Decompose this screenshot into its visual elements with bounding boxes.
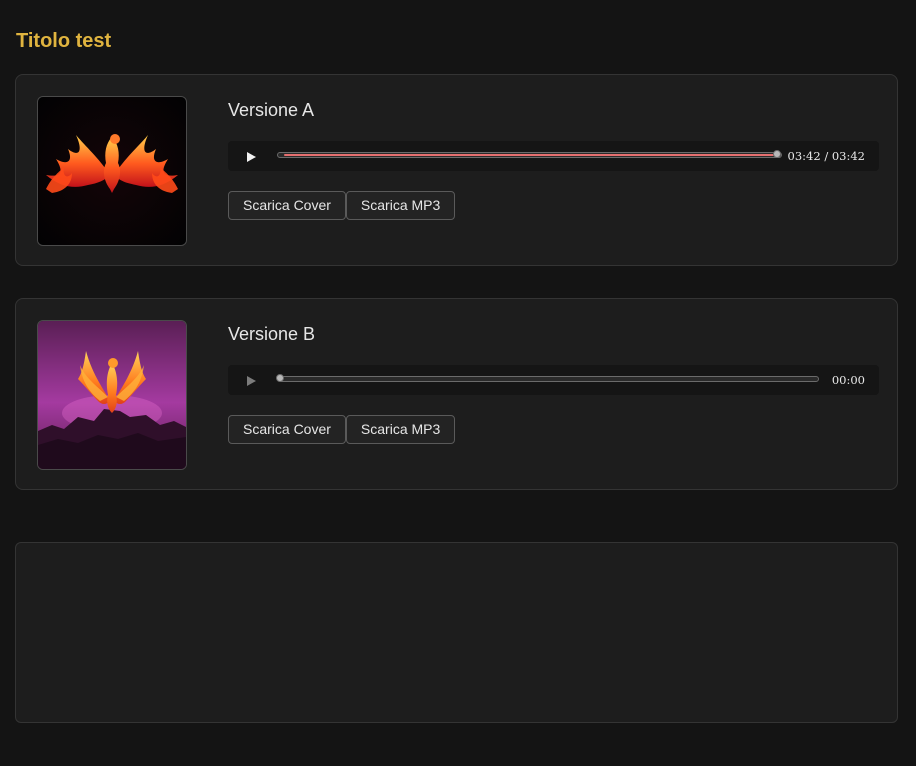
page-title: Titolo test [16, 30, 112, 52]
play-icon[interactable] [245, 150, 257, 162]
download-mp3-button[interactable]: Scarica MP3 [345, 415, 456, 444]
version-title-a: Versione A [228, 100, 315, 120]
time-display: 03:42 / 03:42 [787, 149, 865, 163]
time-display: 00:00 [831, 373, 865, 387]
cover-image-b [37, 320, 187, 470]
cover-image-a [37, 96, 187, 246]
seek-thumb[interactable] [773, 150, 781, 158]
version-title-b: Versione B [228, 324, 316, 344]
version-card-b: Versione B 00:00 Scarica Cover Scarica M… [15, 298, 898, 490]
audio-player-b: 00:00 [228, 365, 879, 395]
version-card-a: Versione A 03:42 / 03:42 Scarica Cover S… [15, 74, 898, 266]
download-buttons-b: Scarica Cover Scarica MP3 [228, 415, 456, 444]
download-cover-button[interactable]: Scarica Cover [228, 191, 346, 220]
seek-bar[interactable] [277, 150, 782, 158]
empty-panel [15, 542, 898, 723]
download-mp3-button[interactable]: Scarica MP3 [345, 191, 456, 220]
seek-thumb[interactable] [276, 374, 284, 382]
audio-player-a: 03:42 / 03:42 [228, 141, 879, 171]
download-cover-button[interactable]: Scarica Cover [228, 415, 346, 444]
seek-bar[interactable] [276, 374, 819, 382]
download-buttons-a: Scarica Cover Scarica MP3 [228, 191, 456, 220]
play-icon[interactable] [245, 374, 257, 386]
seek-progress-fill [284, 154, 774, 156]
